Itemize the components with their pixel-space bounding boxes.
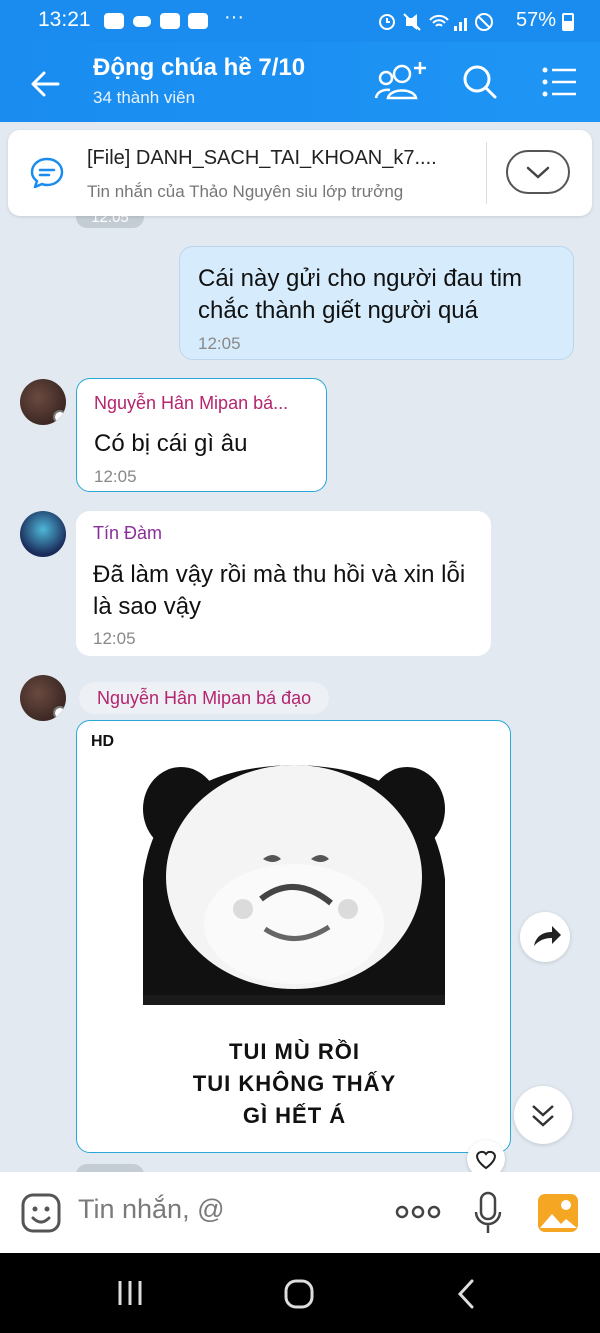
sender-name-pill[interactable]: Nguyễn Hân Mipan bá đạo	[79, 682, 330, 714]
status-bar: 13:21 ··· 57%	[0, 0, 600, 42]
double-chevron-down-icon	[532, 1105, 554, 1127]
chat-bubble-icon	[28, 154, 66, 192]
search-button[interactable]	[460, 62, 500, 102]
emoji-button[interactable]	[20, 1192, 62, 1234]
recent-apps-button[interactable]	[114, 1277, 146, 1309]
zalo-notification-icon	[104, 13, 124, 29]
pinned-subtitle: Tin nhắn của Thảo Nguyên siu lớp trưởng	[87, 182, 404, 201]
expand-pinned-button[interactable]	[506, 150, 570, 194]
divider	[486, 142, 487, 204]
sticker-caption-line-3: GÌ HẾT Á	[242, 1103, 347, 1128]
scroll-to-bottom-button[interactable]	[514, 1086, 572, 1144]
back-chevron-icon	[457, 1279, 474, 1309]
do-not-disturb-icon	[475, 13, 493, 31]
mute-icon	[403, 13, 421, 31]
chevron-down-icon	[526, 166, 550, 179]
share-button[interactable]	[520, 912, 570, 962]
member-count[interactable]: 34 thành viên	[93, 88, 195, 108]
sticker-caption-line-2: TUI KHÔNG THẤY	[192, 1071, 397, 1096]
group-title[interactable]: Động chúa hề 7/10	[93, 54, 305, 82]
sender-name[interactable]: Nguyễn Hân Mipan bá...	[94, 393, 288, 414]
game-notification-icon	[132, 13, 152, 29]
youtube-notification-icon-2	[188, 13, 208, 29]
battery-icon	[562, 13, 574, 31]
alarm-icon	[379, 14, 395, 30]
back-arrow-icon	[31, 71, 60, 97]
add-member-icon	[374, 62, 426, 100]
more-options-button[interactable]	[394, 1200, 442, 1224]
android-nav-bar	[0, 1253, 600, 1333]
status-icons	[378, 12, 498, 37]
sticker-smiley-icon	[21, 1193, 61, 1233]
home-button[interactable]	[282, 1277, 316, 1311]
message-time: 12:05	[93, 629, 136, 648]
search-icon	[463, 65, 497, 99]
image-gallery-icon	[538, 1194, 578, 1232]
received-message-bubble[interactable]: Tín Đàm Đã làm vậy rồi mà thu hồi và xin…	[76, 511, 491, 656]
sender-name[interactable]: Tín Đàm	[93, 523, 162, 544]
avatar-nguyen-han[interactable]	[20, 379, 66, 425]
photo-picker-button[interactable]	[536, 1192, 580, 1234]
message-time: 12:05	[94, 467, 137, 486]
voice-message-button[interactable]	[472, 1190, 504, 1236]
status-time: 13:21	[38, 8, 91, 31]
share-arrow-icon	[534, 926, 561, 946]
signal-icon	[454, 18, 467, 31]
pinned-title: [File] DANH_SACH_TAI_KHOAN_k7....	[87, 147, 437, 169]
panda-meme-image[interactable]	[143, 759, 445, 1005]
sticker-caption-line-1: TUI MÙ RỒI	[229, 1039, 360, 1064]
sticker-message-bubble[interactable]: HD TUI MÙ RỒI TUI KHÔNG THẤY GÌ HẾT Á	[76, 720, 511, 1153]
received-message-bubble[interactable]: Nguyễn Hân Mipan bá... Có bị cái gì âu 1…	[76, 378, 327, 492]
sent-message-bubble[interactable]: Cái này gửi cho người đau tim chắc thành…	[179, 246, 574, 360]
back-button[interactable]	[26, 64, 66, 104]
menu-icon	[542, 67, 576, 97]
pinned-message-banner[interactable]: [File] DANH_SACH_TAI_KHOAN_k7.... Tin nh…	[8, 130, 592, 216]
wifi-icon	[429, 14, 449, 27]
message-time: 12:05	[198, 334, 241, 353]
online-badge	[53, 706, 66, 720]
chat-header: Động chúa hề 7/10 34 thành viên	[0, 42, 600, 122]
online-badge	[53, 410, 66, 424]
more-dots-icon	[395, 1205, 441, 1219]
youtube-notification-icon	[160, 13, 180, 29]
message-text: Cái này gửi cho người đau tim chắc thành…	[198, 265, 523, 324]
add-member-button[interactable]	[372, 58, 428, 104]
menu-button[interactable]	[540, 64, 580, 100]
back-nav-button[interactable]	[454, 1277, 478, 1311]
more-notifications-icon: ···	[224, 6, 244, 28]
battery-percent: 57%	[515, 9, 556, 31]
avatar-nguyen-han[interactable]	[20, 675, 66, 721]
avatar-tin-dam[interactable]	[20, 511, 66, 557]
message-text: Đã làm vậy rồi mà thu hồi và xin lỗi là …	[93, 561, 466, 620]
recent-apps-icon	[118, 1281, 142, 1305]
microphone-icon	[474, 1191, 502, 1233]
home-icon	[284, 1279, 314, 1309]
message-input[interactable]	[78, 1194, 378, 1225]
message-text: Có bị cái gì âu	[94, 430, 248, 457]
hd-badge: HD	[91, 733, 115, 750]
message-input-bar	[0, 1172, 600, 1253]
